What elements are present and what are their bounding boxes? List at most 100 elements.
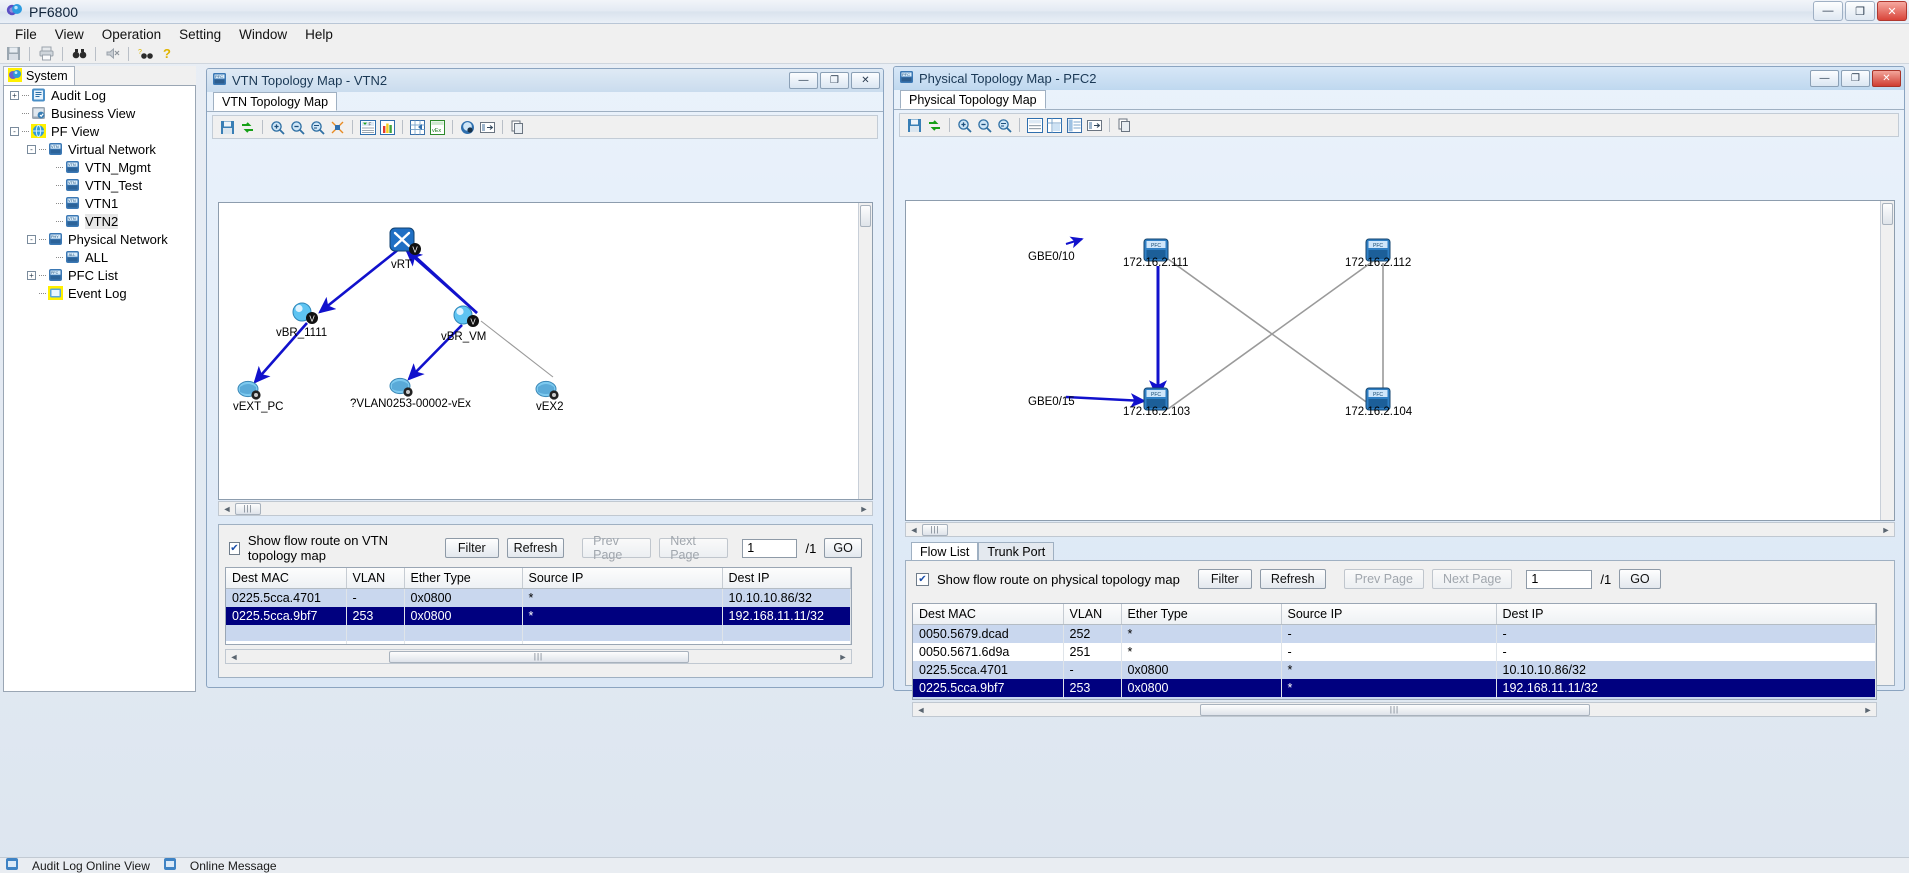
sidebar-item-vtn-mgmt[interactable]: VTN VTN_Mgmt [4,158,195,176]
column-header[interactable]: Dest MAC [913,604,1064,625]
vtn-show-flow-checkbox[interactable]: ✔ [229,541,240,555]
table-row[interactable]: 0225.5cca.9bf7 253 0x0800 * 192.168.11.11/32 [226,607,851,625]
tab-trunk-port[interactable]: Trunk Port [978,542,1055,561]
table-row[interactable]: 0225.5cca.4701-0x0800 * 10.10.10.86/32 [226,588,851,607]
settings-icon[interactable] [459,119,476,136]
vtn-table-hscroll-thumb[interactable]: ||| [388,650,689,663]
expand-icon[interactable] [479,119,496,136]
table-row[interactable]: 0050.5679.dcad 252 * - - [913,624,1876,643]
pfc-close-button[interactable]: ✕ [1872,70,1901,87]
vtn-minimize-button[interactable]: — [789,72,818,89]
tab-vtn-topology-map[interactable]: VTN Topology Map [213,92,338,111]
pfc-topology-canvas[interactable]: PFC PFC PFC PFC 172.16.2.111 172.16.2.11… [905,200,1895,521]
pfc-canvas-vscroll-thumb[interactable] [1882,203,1893,225]
scroll-left-arrow[interactable]: ◄ [908,525,920,535]
navigation-tree[interactable]: + Audit Log Business View - PF View - VTN Virtu… [3,85,196,692]
pfc-prev-page-button[interactable]: Prev Page [1343,569,1424,589]
scroll-left-arrow[interactable]: ◄ [915,705,927,715]
minimize-button[interactable]: — [1813,1,1843,21]
sidebar-item-pfc-list[interactable]: + PFC PFC List [4,266,195,284]
pfc-filter-button[interactable]: Filter [1197,569,1252,589]
column-header[interactable]: VLAN [1063,604,1122,625]
vtn-canvas-hscrollbar[interactable]: ◄ ||| ► [218,501,873,516]
table-row[interactable] [226,625,851,641]
sidebar-item-pf-view[interactable]: - PF View [4,122,195,140]
pfc-hscroll-thumb[interactable]: ||| [922,523,948,536]
vtn-filter-button[interactable]: Filter [444,538,499,558]
chart-icon[interactable] [379,119,396,136]
save-icon[interactable] [219,119,236,136]
sidebar-item-physical-network[interactable]: - PHY Physical Network [4,230,195,248]
find-icon[interactable] [70,45,88,63]
table-row[interactable] [913,697,1876,699]
pfc-show-flow-checkbox[interactable]: ✔ [916,572,929,586]
pfc-canvas-vscrollbar[interactable] [1880,201,1894,520]
table-row[interactable] [226,641,851,644]
zoom-out-icon[interactable] [976,117,993,134]
vtn-hscroll-thumb[interactable]: ||| [235,502,261,515]
column-header[interactable]: Dest IP [722,568,851,589]
menu-window[interactable]: Window [230,26,296,43]
pfc-refresh-button[interactable]: Refresh [1259,569,1326,589]
sidebar-item-audit-log[interactable]: + Audit Log [4,86,195,104]
scroll-left-arrow[interactable]: ◄ [221,504,233,514]
sidebar-item-all[interactable]: ALL ALL [4,248,195,266]
pfc-next-page-button[interactable]: Next Page [1431,569,1513,589]
table-row[interactable]: 0225.5cca.9bf7 253 0x0800 * 192.168.11.11/32 [913,679,1876,697]
menu-view[interactable]: View [46,26,93,43]
zoom-fit-icon[interactable] [996,117,1013,134]
vtn-maximize-button[interactable]: ❐ [820,72,849,89]
vtn-flow-table[interactable]: Dest MAC VLAN Ether Type Source IP Dest IP 0… [226,568,851,644]
sidebar-item-vtn-test[interactable]: VTN VTN_Test [4,176,195,194]
find-help-icon[interactable]: ? [136,45,154,63]
sidebar-item-virtual-network[interactable]: - VTN Virtual Network [4,140,195,158]
scroll-left-arrow[interactable]: ◄ [228,652,240,662]
pfc-table-hscroll-thumb[interactable]: ||| [1199,703,1590,716]
column-header[interactable]: Ether Type [1121,604,1282,625]
vex-icon[interactable]: vEx [429,119,446,136]
close-button[interactable]: ✕ [1877,1,1907,21]
menu-operation[interactable]: Operation [93,26,170,43]
scroll-right-arrow[interactable]: ► [858,504,870,514]
zoom-fit-icon[interactable] [309,119,326,136]
column-header[interactable]: Dest IP [1496,604,1876,625]
help-icon[interactable]: ? [158,45,176,63]
sidebar-item-vtn2[interactable]: VTN VTN2 [4,212,195,230]
collapse-icon[interactable]: - [27,144,36,154]
scroll-right-arrow[interactable]: ► [1880,525,1892,535]
expand-icon[interactable]: + [10,90,19,100]
table-icon[interactable] [1066,117,1083,134]
grid-icon[interactable] [1026,117,1043,134]
vtn-next-page-button[interactable]: Next Page [659,534,729,562]
copy-icon[interactable] [509,119,526,136]
vtn-go-button[interactable]: GO [824,538,862,558]
flow-list-icon[interactable]: F [359,119,376,136]
vtn-refresh-button[interactable]: Refresh [506,538,565,558]
vtn-canvas-vscrollbar[interactable] [858,203,872,499]
collapse-icon[interactable]: - [27,234,36,244]
copy-icon[interactable] [1116,117,1133,134]
refresh-icon[interactable] [239,119,256,136]
pfc-flow-table[interactable]: Dest MAC VLAN Ether Type Source IP Dest IP 0… [913,604,1876,699]
column-header[interactable]: Dest MAC [226,568,347,589]
table-row[interactable]: 0225.5cca.4701-0x0800 * 10.10.10.86/32 [913,661,1876,679]
pfc-minimize-button[interactable]: — [1810,70,1839,87]
maximize-button[interactable]: ❐ [1845,1,1875,21]
table-icon[interactable] [409,119,426,136]
menu-setting[interactable]: Setting [170,26,230,43]
tab-physical-topology-map[interactable]: Physical Topology Map [900,90,1046,109]
layout-icon[interactable] [329,119,346,136]
tab-flow-list[interactable]: Flow List [911,542,979,561]
mute-icon[interactable] [103,45,121,63]
flow-list-icon[interactable] [1046,117,1063,134]
pfc-page-input[interactable]: 1 [1526,569,1593,589]
vtn-topology-canvas[interactable]: V V V vRT vBR_1111 vBR_VM vEXT_PC ?VLAN0… [218,202,873,500]
column-header[interactable]: Source IP [522,568,723,589]
pfc-go-button[interactable]: GO [1619,569,1661,589]
menu-help[interactable]: Help [296,26,342,43]
pfc-maximize-button[interactable]: ❐ [1841,70,1870,87]
refresh-icon[interactable] [926,117,943,134]
vtn-canvas-vscroll-thumb[interactable] [860,205,871,227]
column-header[interactable]: Ether Type [404,568,523,589]
menu-file[interactable]: File [6,26,46,43]
